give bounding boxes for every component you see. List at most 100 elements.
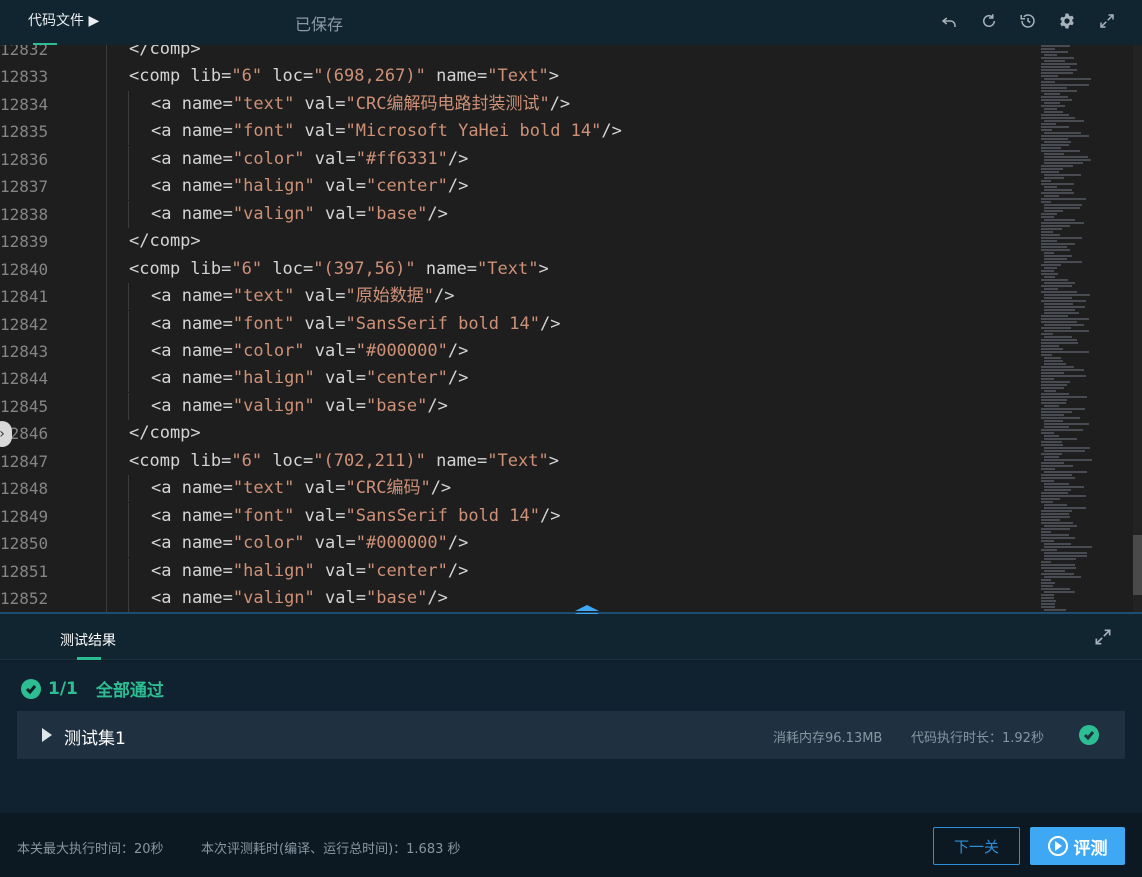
code-line[interactable]: 12838 <a name="valign" val="base"/> <box>0 200 1030 228</box>
minimap-line <box>1041 441 1062 443</box>
minimap-line <box>1041 183 1074 185</box>
expand-arrow-icon[interactable] <box>42 728 52 742</box>
minimap-line <box>1041 90 1077 92</box>
minimap-line <box>1041 402 1066 404</box>
line-number: 12843 <box>0 341 49 361</box>
code-text: </comp> <box>129 45 201 59</box>
undo-icon[interactable] <box>937 9 961 33</box>
code-text: </comp> <box>129 423 201 444</box>
code-editor[interactable]: 12832 </comp> 12833 <comp lib="6" loc="(698… <box>0 45 1142 612</box>
minimap-line <box>1041 51 1068 53</box>
minimap-line <box>1041 117 1075 119</box>
minimap-line <box>1041 534 1069 536</box>
refresh-icon[interactable] <box>977 9 1001 33</box>
minimap-line <box>1041 417 1080 419</box>
scrollbar-thumb[interactable] <box>1133 535 1142 595</box>
code-line[interactable]: 12839 </comp> <box>0 228 1030 255</box>
check-circle-icon <box>1079 725 1099 745</box>
minimap-line <box>1044 93 1060 95</box>
code-line[interactable]: 12848 <a name="text" val="CRC编码"/> <box>0 475 1030 503</box>
minimap-line <box>1041 84 1089 86</box>
minimap-line <box>1041 579 1051 581</box>
minimap-line <box>1041 594 1054 596</box>
indent-guide <box>128 585 129 612</box>
minimap-line <box>1041 537 1075 539</box>
history-icon[interactable] <box>1016 9 1040 33</box>
minimap-line <box>1044 459 1092 461</box>
code-line[interactable]: 12844 <a name="halign" val="center"/> <box>0 365 1030 393</box>
settings-icon[interactable] <box>1055 9 1079 33</box>
minimap-line <box>1041 429 1083 431</box>
minimap-line <box>1041 348 1063 350</box>
code-line[interactable]: 12840 <comp lib="6" loc="(397,56)" name="… <box>0 256 1030 283</box>
code-line[interactable]: 12850 <a name="color" val="#000000"/> <box>0 530 1030 558</box>
scrollbar-track[interactable] <box>1133 45 1142 612</box>
code-line[interactable]: 12835 <a name="font" val="Microsoft YaHei… <box>0 118 1030 146</box>
app-root: 代码文件 ▶ 已保存 12832 </comp> 12833 <comp lib="6… <box>0 0 1142 877</box>
minimap-line <box>1041 66 1070 68</box>
minimap-line <box>1041 366 1074 368</box>
code-line[interactable]: 12834 <a name="text" val="CRC编解码电路封装测试"/> <box>0 90 1030 118</box>
next-level-button[interactable]: 下一关 <box>933 827 1020 865</box>
line-number: 12837 <box>0 177 49 197</box>
line-number: 12834 <box>0 94 49 114</box>
minimap-line <box>1044 108 1057 110</box>
code-line[interactable]: 12849 <a name="font" val="SansSerif bold … <box>0 502 1030 530</box>
minimap-line <box>1044 360 1063 362</box>
code-line[interactable]: 12843 <a name="color" val="#000000"/> <box>0 337 1030 365</box>
minimap-line <box>1041 564 1075 566</box>
minimap-line <box>1044 78 1091 80</box>
code-line[interactable]: 12833 <comp lib="6" loc="(698,267)" name=… <box>0 63 1030 90</box>
minimap-line <box>1041 291 1077 293</box>
minimap-line <box>1041 228 1062 230</box>
tab-test-results[interactable]: 测试结果 <box>60 630 116 650</box>
minimap-line <box>1041 327 1071 329</box>
minimap-line <box>1044 156 1088 158</box>
minimap-line <box>1041 369 1084 371</box>
code-text: <a name="valign" val="base"/> <box>151 395 448 416</box>
expand-panel-icon[interactable] <box>1093 627 1113 647</box>
code-text: </comp> <box>129 231 201 252</box>
minimap[interactable] <box>1037 45 1127 612</box>
code-line[interactable]: 12846 </comp> <box>0 420 1030 447</box>
code-text: <a name="halign" val="center"/> <box>151 176 469 197</box>
minimap-line <box>1044 420 1063 422</box>
code-line[interactable]: 12837 <a name="halign" val="center"/> <box>0 173 1030 201</box>
minimap-line <box>1041 285 1072 287</box>
code-line[interactable]: 12836 <a name="color" val="#ff6331"/> <box>0 145 1030 173</box>
evaluate-button[interactable]: 评测 <box>1030 827 1125 865</box>
test-set-row[interactable]: 测试集1 消耗内存96.13MB 代码执行时长：1.92秒 <box>17 711 1125 759</box>
code-line[interactable]: 12847 <comp lib="6" loc="(702,211)" name=… <box>0 448 1030 475</box>
minimap-line <box>1041 201 1051 203</box>
minimap-line <box>1041 135 1089 137</box>
code-line[interactable]: 12832 </comp> <box>0 45 1030 63</box>
code-text: <a name="color" val="#000000"/> <box>151 340 469 361</box>
tab-code-file[interactable]: 代码文件 ▶ <box>28 10 99 30</box>
minimap-line <box>1041 519 1060 521</box>
code-text: <a name="valign" val="base"/> <box>151 588 448 608</box>
indent-guide <box>128 145 129 173</box>
code-line[interactable]: 12845 <a name="valign" val="base"/> <box>0 392 1030 420</box>
line-number: 12845 <box>0 396 49 416</box>
minimap-line <box>1041 72 1073 74</box>
minimap-line <box>1044 570 1065 572</box>
minimap-line <box>1044 525 1077 527</box>
minimap-line <box>1044 174 1081 176</box>
expand-icon[interactable] <box>1095 9 1119 33</box>
minimap-line <box>1041 225 1070 227</box>
code-line[interactable]: 12842 <a name="font" val="SansSerif bold … <box>0 310 1030 338</box>
minimap-line <box>1041 354 1052 356</box>
minimap-line <box>1041 528 1070 530</box>
code-line[interactable]: 12852 <a name="valign" val="base"/> <box>0 585 1030 612</box>
code-text: <a name="color" val="#ff6331"/> <box>151 148 469 169</box>
minimap-line <box>1041 411 1072 413</box>
minimap-line <box>1041 279 1068 281</box>
minimap-line <box>1044 576 1081 578</box>
code-line[interactable]: 12841 <a name="text" val="原始数据"/> <box>0 283 1030 311</box>
minimap-line <box>1041 396 1087 398</box>
line-number: 12832 <box>0 45 49 59</box>
code-line[interactable]: 12851 <a name="halign" val="center"/> <box>0 557 1030 585</box>
line-number: 12852 <box>0 589 49 608</box>
indent-guide <box>128 392 129 420</box>
minimap-line <box>1041 540 1054 542</box>
